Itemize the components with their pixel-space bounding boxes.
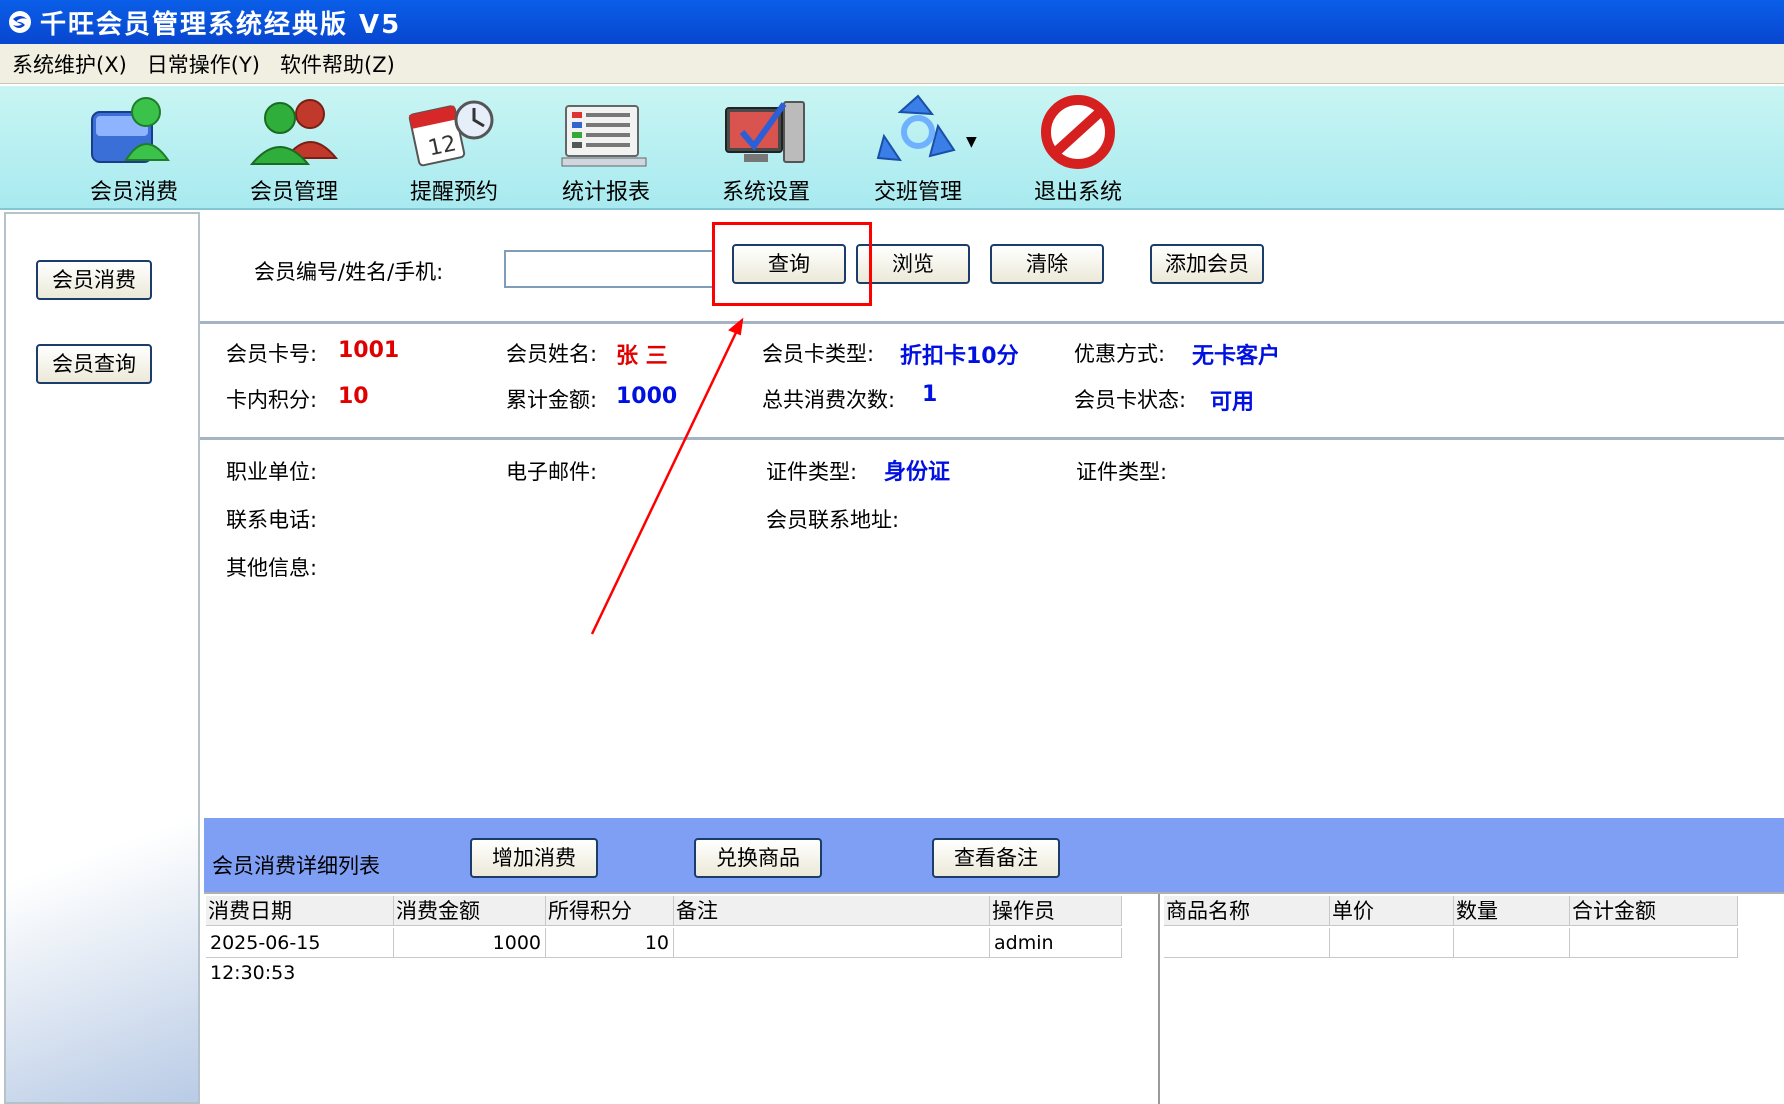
annotation-arrow: [590, 317, 744, 635]
